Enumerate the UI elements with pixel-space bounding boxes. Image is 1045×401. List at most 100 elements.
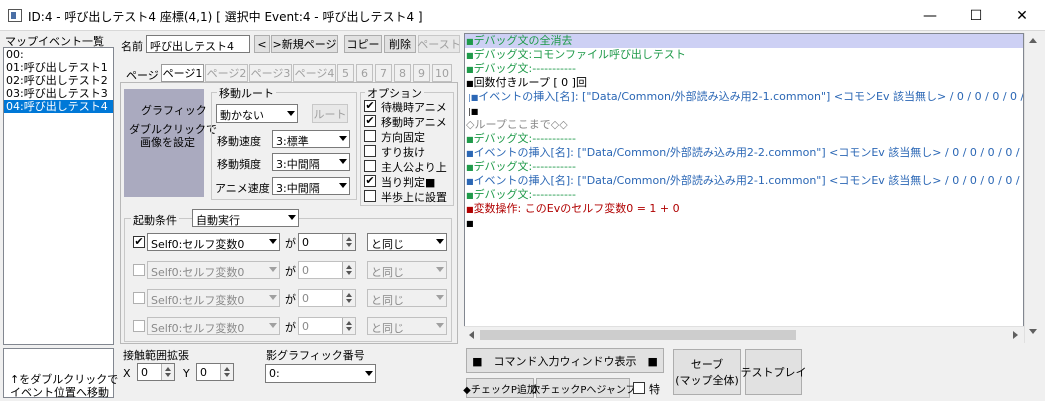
condition-checkbox[interactable]: [133, 292, 145, 304]
map-event-item[interactable]: 01:呼び出しテスト1: [4, 61, 113, 74]
condition-compare-select[interactable]: と同じ: [367, 289, 447, 307]
condition-compare-select[interactable]: と同じ: [367, 317, 447, 335]
tab-page-3[interactable]: ページ3: [249, 64, 292, 82]
condition-value-input[interactable]: 0: [298, 261, 356, 279]
horizontal-scrollbar[interactable]: [464, 326, 1024, 343]
condition-compare-select[interactable]: と同じ: [367, 233, 447, 251]
map-event-list[interactable]: 00: 01:呼び出しテスト1 02:呼び出しテスト2 03:呼び出しテスト3 04:呼…: [3, 47, 114, 345]
spin-arrows-icon[interactable]: [342, 290, 355, 306]
scroll-down-icon[interactable]: [1029, 329, 1037, 334]
testplay-button[interactable]: テストプレイ: [741, 349, 807, 395]
scroll-up-icon[interactable]: [1029, 38, 1037, 43]
maximize-button[interactable]: ☐: [953, 0, 999, 31]
speed-select[interactable]: 3:標準: [272, 130, 350, 148]
close-button[interactable]: ✕: [999, 0, 1045, 31]
command-row[interactable]: ■イベントの挿入[名]: ["Data/Common/外部読み込み用2-2.co…: [465, 146, 1023, 160]
command-row[interactable]: ■デバッグ文の全消去: [465, 34, 1023, 48]
scroll-right-icon[interactable]: [1013, 331, 1018, 339]
spin-arrows-icon[interactable]: [342, 318, 355, 334]
option-checkbox[interactable]: [364, 190, 376, 202]
condition-compare-select[interactable]: と同じ: [367, 261, 447, 279]
event-name-input[interactable]: 呼び出しテスト4: [146, 35, 250, 53]
command-row[interactable]: ■デバッグ文:-----------: [465, 188, 1023, 202]
new-page-button[interactable]: >新規ページ: [271, 35, 338, 53]
trigger-select[interactable]: 自動実行: [192, 209, 299, 227]
option-row[interactable]: ✔ 待機時アニメ: [364, 99, 454, 114]
option-row[interactable]: 方向固定: [364, 129, 454, 144]
condition-variable-select[interactable]: Self0:セルフ変数0: [147, 261, 280, 279]
spin-arrows-icon[interactable]: [220, 364, 233, 380]
tab-page-1[interactable]: ページ1: [161, 64, 204, 82]
minimize-button[interactable]: —: [907, 0, 953, 31]
condition-value-input[interactable]: 0: [298, 233, 356, 251]
copy-button[interactable]: コピー: [344, 35, 382, 53]
scroll-thumb[interactable]: [480, 330, 796, 340]
option-row[interactable]: 半歩上に設置: [364, 189, 454, 204]
condition-variable-select[interactable]: Self0:セルフ変数0: [147, 233, 280, 251]
spin-arrows-icon[interactable]: [342, 262, 355, 278]
save-button[interactable]: セーブ (マップ全体): [673, 349, 741, 395]
anim-speed-select[interactable]: 3:中間隔: [272, 177, 350, 195]
condition-variable-select[interactable]: Self0:セルフ変数0: [147, 289, 280, 307]
graphic-panel[interactable]: グラフィック ダブルクリックで 画像を設定: [124, 89, 217, 197]
jump-checkpoint-button[interactable]: 次チェックPへジャンプ: [530, 378, 636, 398]
command-row[interactable]: ■デバッグ文:-----------: [465, 62, 1023, 76]
condition-checkbox[interactable]: ✔: [133, 236, 145, 248]
route-button[interactable]: ルート: [312, 104, 348, 123]
special-checkbox[interactable]: [633, 382, 645, 394]
option-checkbox[interactable]: ✔: [364, 175, 376, 187]
command-row[interactable]: |■: [465, 104, 1023, 118]
paste-button[interactable]: ペースト: [417, 35, 461, 53]
command-row[interactable]: ■デバッグ文:-----------: [465, 132, 1023, 146]
tab-page-10[interactable]: 10: [432, 64, 452, 82]
option-checkbox[interactable]: [364, 160, 376, 172]
scroll-left-icon[interactable]: [469, 331, 474, 339]
map-event-item[interactable]: 03:呼び出しテスト3: [4, 87, 113, 100]
command-row[interactable]: ◇ループここまで◇◇: [465, 118, 1023, 132]
save-label-1: セーブ: [690, 358, 724, 371]
tab-page-7[interactable]: 7: [375, 64, 392, 82]
option-row[interactable]: ✔ 移動時アニメ: [364, 114, 454, 129]
condition-checkbox[interactable]: [133, 264, 145, 276]
command-row[interactable]: ■デバッグ文:コモンファイル呼び出しテスト: [465, 48, 1023, 62]
option-checkbox[interactable]: [364, 130, 376, 142]
shadow-select[interactable]: 0:: [265, 364, 376, 383]
map-event-item[interactable]: 04:呼び出しテスト4: [4, 100, 113, 113]
option-row[interactable]: ✔ 当り判定■: [364, 174, 454, 189]
option-row[interactable]: すり抜け: [364, 144, 454, 159]
command-window-button[interactable]: ■ コマンド入力ウィンドウ表示 ■: [466, 348, 664, 373]
spin-arrows-icon[interactable]: [161, 364, 174, 380]
option-checkbox[interactable]: ✔: [364, 115, 376, 127]
command-list[interactable]: ■デバッグ文の全消去 ■デバッグ文:コモンファイル呼び出しテスト ■デバッグ文:--…: [464, 33, 1024, 343]
option-row[interactable]: 主人公より上: [364, 159, 454, 174]
tab-page-8[interactable]: 8: [394, 64, 411, 82]
add-checkpoint-button[interactable]: ◆チェックP追加: [463, 378, 537, 398]
condition-value-input[interactable]: 0: [298, 289, 356, 307]
option-checkbox[interactable]: ✔: [364, 100, 376, 112]
condition-checkbox[interactable]: [133, 320, 145, 332]
tab-page-6[interactable]: 6: [356, 64, 373, 82]
command-row[interactable]: ■デバッグ文:-----------: [465, 160, 1023, 174]
map-event-item[interactable]: 00:: [4, 48, 113, 61]
condition-value-input[interactable]: 0: [298, 317, 356, 335]
contact-y-input[interactable]: 0: [196, 363, 234, 381]
condition-variable-select[interactable]: Self0:セルフ変数0: [147, 317, 280, 335]
spin-arrows-icon[interactable]: [342, 234, 355, 250]
command-row[interactable]: ■: [465, 216, 1023, 230]
map-event-item[interactable]: 02:呼び出しテスト2: [4, 74, 113, 87]
tab-page-2[interactable]: ページ2: [205, 64, 248, 82]
tab-page-4[interactable]: ページ4: [293, 64, 336, 82]
command-row[interactable]: ■変数操作: このEvのセルフ変数0 = 1 + 0: [465, 202, 1023, 216]
tab-page-5[interactable]: 5: [337, 64, 354, 82]
tab-page-9[interactable]: 9: [413, 64, 430, 82]
movement-route-select[interactable]: 動かない: [216, 104, 298, 123]
command-row[interactable]: ■回数付きループ [ 0 ]回: [465, 76, 1023, 90]
vertical-scrollbar[interactable]: [1024, 33, 1041, 343]
option-checkbox[interactable]: [364, 145, 376, 157]
prev-page-button[interactable]: <: [254, 35, 270, 53]
contact-x-input[interactable]: 0: [137, 363, 175, 381]
delete-button[interactable]: 削除: [384, 35, 416, 53]
command-row[interactable]: ■イベントの挿入[名]: ["Data/Common/外部読み込み用2-1.co…: [465, 174, 1023, 188]
command-row[interactable]: |■イベントの挿入[名]: ["Data/Common/外部読み込み用2-1.c…: [465, 90, 1023, 104]
frequency-select[interactable]: 3:中間隔: [272, 153, 350, 171]
